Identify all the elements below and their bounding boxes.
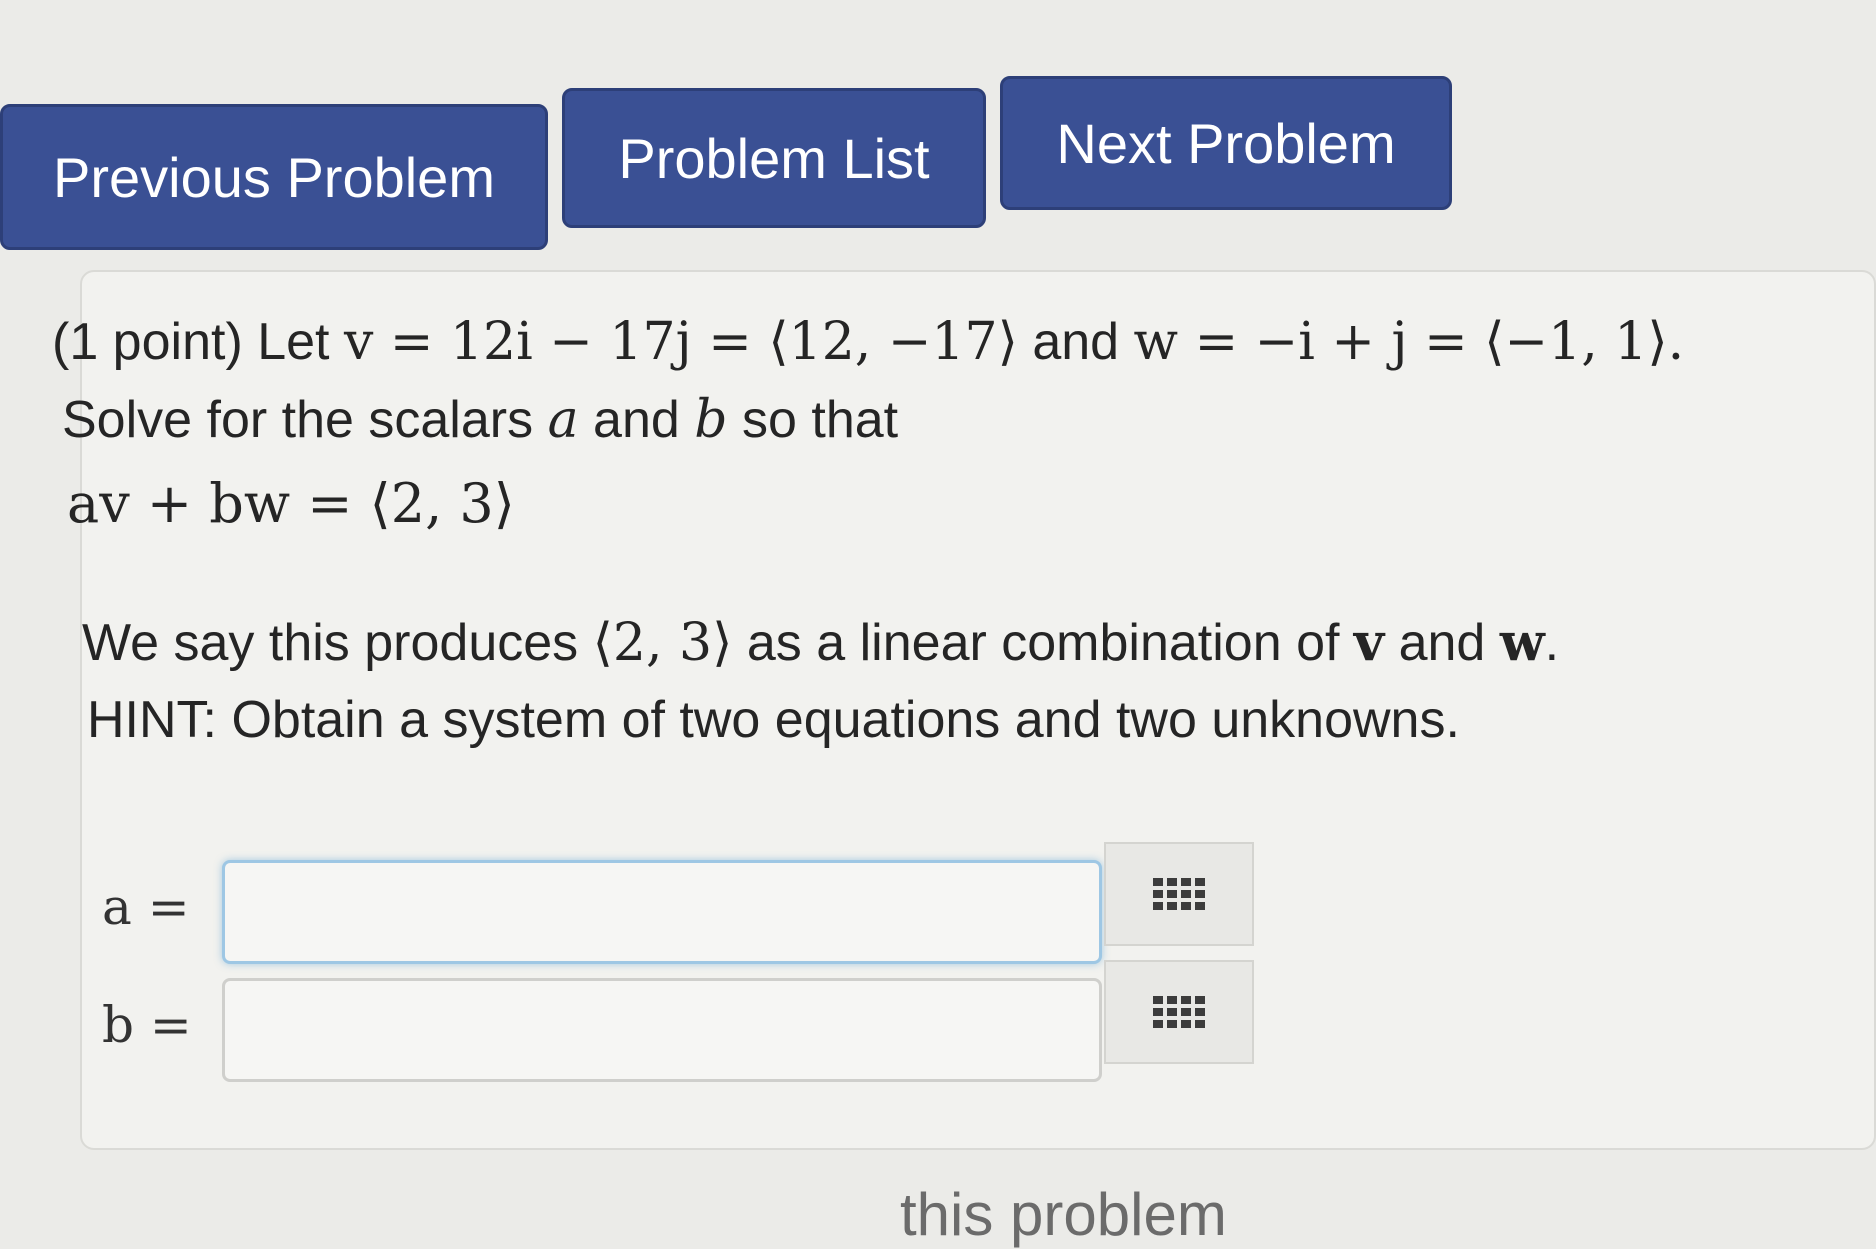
- points-label: (1 point): [52, 313, 243, 371]
- next-problem-button[interactable]: Next Problem: [1000, 76, 1452, 210]
- equation-editor-button-a[interactable]: [1104, 842, 1254, 946]
- let-text: Let: [257, 313, 330, 371]
- equation-grid-icon: [1153, 878, 1205, 910]
- and-text-3: and: [1398, 614, 1486, 672]
- answer-a-label: a =: [102, 878, 190, 936]
- target-equation: av + bw = ⟨2, 3⟩: [67, 472, 515, 535]
- vector-w-symbol: w: [1499, 612, 1545, 673]
- target-vector: ⟨2, 3⟩: [592, 613, 733, 673]
- and-text: and: [1032, 313, 1120, 371]
- problem-body: (1 point) Let v = 12i − 17j = ⟨12, −17⟩ …: [52, 270, 1876, 1150]
- problem-navigation: Previous Problem Problem List Next Probl…: [0, 76, 1460, 250]
- so-that-text: so that: [742, 391, 899, 449]
- solve-text: Solve for the scalars: [62, 391, 534, 449]
- scalar-a: a: [547, 390, 579, 450]
- period: .: [1544, 614, 1560, 672]
- partial-footer-text: this problem: [900, 1181, 1227, 1248]
- hint-text: HINT: Obtain a system of two equations a…: [87, 691, 1460, 749]
- linear-prefix: We say this produces: [82, 614, 579, 672]
- equation-grid-icon: [1153, 996, 1205, 1028]
- vector-w-definition: w = −i + j = ⟨−1, 1⟩.: [1133, 312, 1685, 372]
- answer-row-b: b =: [82, 960, 1332, 1082]
- answer-b-input[interactable]: [222, 978, 1102, 1082]
- linear-mid: as a linear combination of: [746, 614, 1340, 672]
- scalar-b: b: [694, 390, 728, 450]
- vector-v-symbol: v: [1353, 612, 1385, 673]
- and-text-2: and: [593, 391, 680, 449]
- answer-b-label: b =: [102, 996, 192, 1054]
- problem-statement-line-1: (1 point) Let v = 12i − 17j = ⟨12, −17⟩ …: [52, 312, 1684, 372]
- equation-editor-button-b[interactable]: [1104, 960, 1254, 1064]
- problem-statement-line-2: Solve for the scalars a and b so that: [62, 390, 898, 450]
- previous-problem-button[interactable]: Previous Problem: [0, 104, 548, 250]
- answer-row-a: a =: [82, 842, 1332, 964]
- vector-v-definition: v = 12i − 17j = ⟨12, −17⟩: [343, 312, 1018, 372]
- linear-combination-text: We say this produces ⟨2, 3⟩ as a linear …: [82, 612, 1559, 673]
- problem-list-button[interactable]: Problem List: [562, 88, 986, 228]
- answer-a-input[interactable]: [222, 860, 1102, 964]
